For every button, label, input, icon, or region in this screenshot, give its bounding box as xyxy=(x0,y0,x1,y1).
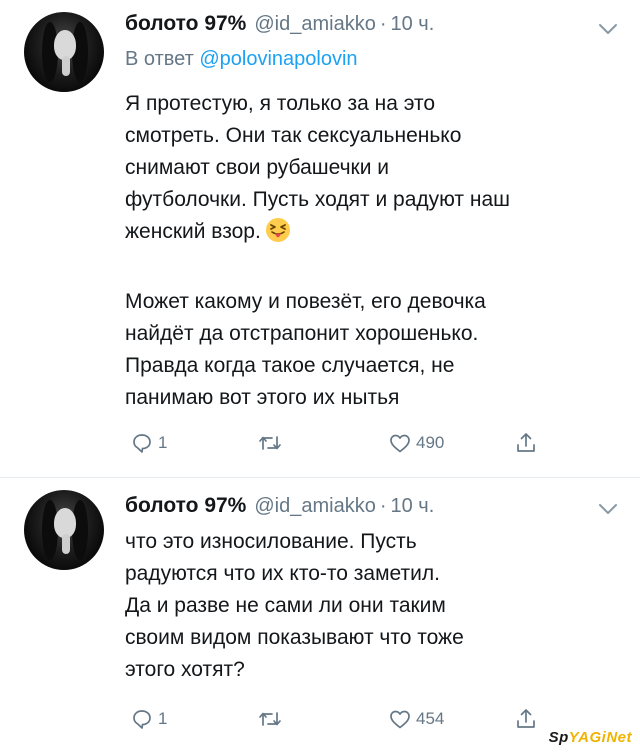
reply-icon xyxy=(130,707,154,731)
like-count: 490 xyxy=(416,433,445,452)
tweet[interactable]: болото 97% @id_amiakko · 10 ч. что это и… xyxy=(0,478,640,752)
separator-dot: · xyxy=(379,495,387,517)
reply-icon xyxy=(130,431,154,455)
user-handle[interactable]: @id_amiakko xyxy=(254,495,375,518)
tweet-text: что это износилование. Пусть радуются чт… xyxy=(125,530,464,681)
display-name[interactable]: болото 97% xyxy=(125,12,246,36)
watermark: SpYAGiNet xyxy=(548,729,632,746)
reply-context: В ответ @polovinapolovin xyxy=(125,48,358,71)
like-button[interactable]: 490 xyxy=(388,428,444,458)
timestamp[interactable]: 10 ч. xyxy=(391,13,435,36)
tweet-actions: 1 454 xyxy=(130,704,550,734)
share-icon xyxy=(514,707,538,731)
reply-prefix: В ответ xyxy=(125,48,194,70)
reply-button[interactable]: 1 xyxy=(130,704,167,734)
tweet[interactable]: болото 97% @id_amiakko · 10 ч. В ответ @… xyxy=(0,0,640,478)
chevron-down-icon[interactable] xyxy=(598,502,618,516)
retweet-icon xyxy=(258,431,282,455)
avatar[interactable] xyxy=(24,12,104,92)
like-count: 454 xyxy=(416,709,445,728)
retweet-icon xyxy=(258,707,282,731)
chevron-down-icon[interactable] xyxy=(598,22,618,36)
user-handle[interactable]: @id_amiakko xyxy=(254,13,375,36)
tweet-header: болото 97% @id_amiakko · 10 ч. xyxy=(125,494,434,524)
share-button[interactable] xyxy=(514,428,538,458)
timestamp[interactable]: 10 ч. xyxy=(391,495,435,518)
share-icon xyxy=(514,431,538,455)
reply-button[interactable]: 1 xyxy=(130,428,167,458)
tweet-header: болото 97% @id_amiakko · 10 ч. xyxy=(125,12,434,42)
retweet-button[interactable] xyxy=(258,428,286,458)
heart-icon xyxy=(388,431,412,455)
retweet-button[interactable] xyxy=(258,704,286,734)
tweet-paragraph: Я протестую, я только за на это смотреть… xyxy=(125,92,510,243)
like-button[interactable]: 454 xyxy=(388,704,444,734)
tweet-paragraph: Может какому и повезёт, его девочка найд… xyxy=(125,290,486,409)
reply-count: 1 xyxy=(158,709,168,728)
avatar[interactable] xyxy=(24,490,104,570)
tweet-text: Я протестую, я только за на это смотреть… xyxy=(125,88,595,248)
tweet-actions: 1 490 xyxy=(130,428,550,458)
display-name[interactable]: болото 97% xyxy=(125,494,246,518)
squinting-face-with-tongue-icon xyxy=(265,217,291,243)
share-button[interactable] xyxy=(514,704,538,734)
heart-icon xyxy=(388,707,412,731)
separator-dot: · xyxy=(379,13,387,35)
reply-count: 1 xyxy=(158,433,168,452)
reply-mention-link[interactable]: @polovinapolovin xyxy=(199,48,357,70)
